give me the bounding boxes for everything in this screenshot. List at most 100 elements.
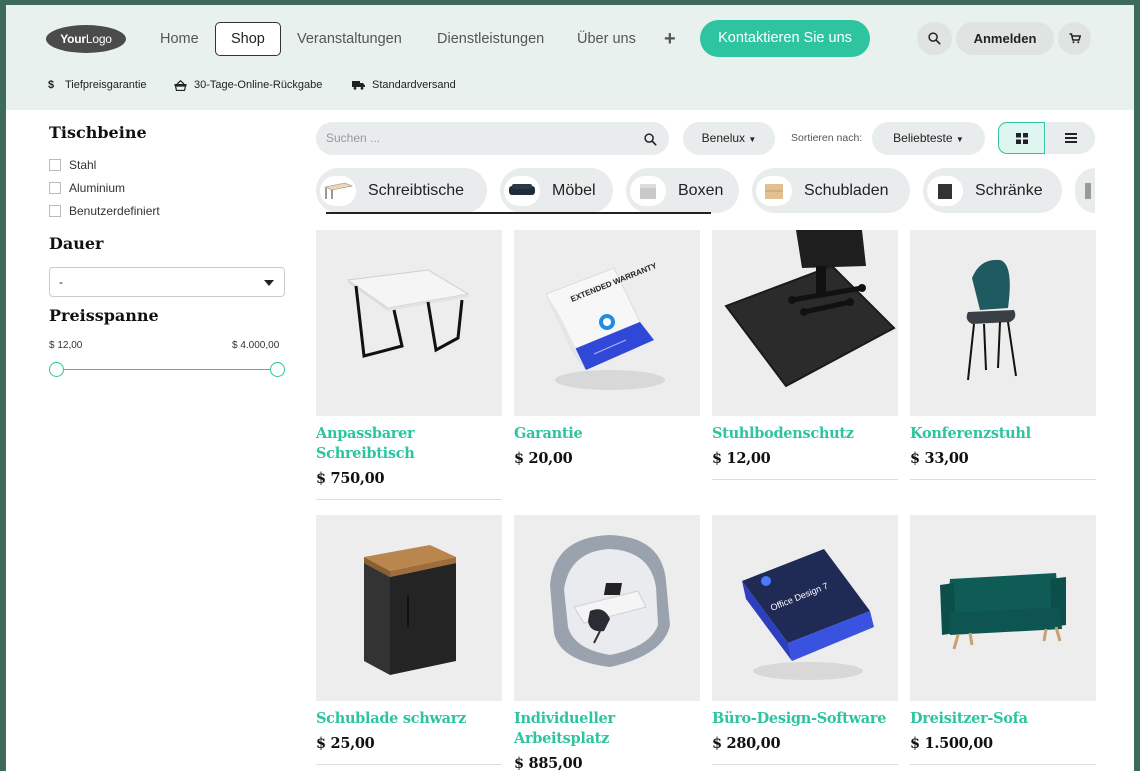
caret-down-icon xyxy=(264,280,274,286)
category-boxes[interactable]: Boxen xyxy=(626,168,739,213)
perk-shipping: Standardversand xyxy=(351,79,456,91)
software-box-image: Office Design 7 xyxy=(742,549,874,680)
product-card[interactable]: Office Design 7 Büro-Design-Software $ 2… xyxy=(712,515,898,765)
divider xyxy=(910,479,1096,480)
product-name[interactable]: Büro-Design-Software xyxy=(712,709,898,729)
product-name[interactable]: Garantie xyxy=(514,424,700,444)
basket-icon xyxy=(173,79,187,91)
workstation-pod-image xyxy=(550,535,670,667)
divider xyxy=(712,479,898,480)
category-furniture[interactable]: Möbel xyxy=(500,168,613,213)
product-image[interactable]: Office Design 7 xyxy=(712,515,898,701)
grid-icon xyxy=(1015,132,1028,144)
product-card[interactable]: Individueller Arbeitsplatz $ 885,00 xyxy=(514,515,700,771)
black-drawer-image xyxy=(364,545,456,675)
checkbox[interactable] xyxy=(49,205,61,217)
product-image[interactable] xyxy=(910,230,1096,416)
product-price: $ 20,00 xyxy=(514,450,573,467)
checkbox[interactable] xyxy=(49,159,61,171)
product-price: $ 12,00 xyxy=(712,450,771,467)
search-button[interactable] xyxy=(917,22,952,55)
price-slider-track[interactable] xyxy=(56,369,278,370)
product-image[interactable] xyxy=(316,515,502,701)
cabinet-thumbnail xyxy=(927,175,963,206)
divider xyxy=(712,764,898,765)
product-image[interactable] xyxy=(316,230,502,416)
product-name[interactable]: Dreisitzer-Sofa xyxy=(910,709,1096,729)
filter-steel[interactable]: Stahl xyxy=(49,157,96,173)
product-price: $ 885,00 xyxy=(514,755,583,771)
product-card[interactable]: Anpassbarer Schreibtisch $ 750,00 xyxy=(316,230,502,500)
product-name[interactable]: Individueller Arbeitsplatz xyxy=(514,709,700,749)
product-card[interactable]: Schublade schwarz $ 25,00 xyxy=(316,515,502,765)
product-image[interactable] xyxy=(910,515,1096,701)
price-filter-title: Preisspanne xyxy=(49,306,159,325)
nav-shop[interactable]: Shop xyxy=(215,22,281,56)
caret-down-icon: ▼ xyxy=(748,135,757,144)
list-icon xyxy=(1064,133,1077,143)
region-dropdown[interactable]: Benelux ▼ xyxy=(683,122,775,155)
divider xyxy=(316,499,502,500)
nav-events[interactable]: Veranstaltungen xyxy=(297,22,402,56)
drawer-thumbnail xyxy=(756,175,792,206)
contact-button[interactable]: Kontaktieren Sie uns xyxy=(700,20,870,57)
filter-custom[interactable]: Benutzerdefiniert xyxy=(49,203,160,219)
floor-mat-image xyxy=(724,230,896,388)
nav-about[interactable]: Über uns xyxy=(577,22,636,56)
product-card[interactable]: Stuhlbodenschutz $ 12,00 xyxy=(712,230,898,480)
price-slider-max-handle[interactable] xyxy=(270,362,285,377)
price-slider-min-handle[interactable] xyxy=(49,362,64,377)
product-price: $ 1.500,00 xyxy=(910,735,993,752)
product-card[interactable]: Dreisitzer-Sofa $ 1.500,00 xyxy=(910,515,1096,765)
caret-down-icon: ▼ xyxy=(955,135,964,144)
filter-aluminium[interactable]: Aluminium xyxy=(49,180,125,196)
product-name[interactable]: Anpassbarer Schreibtisch xyxy=(316,424,502,464)
product-name[interactable]: Schublade schwarz xyxy=(316,709,502,729)
page: Your Logo Home Shop Veranstaltungen Diens… xyxy=(6,5,1134,771)
product-card[interactable]: Konferenzstuhl $ 33,00 xyxy=(910,230,1096,480)
sofa-image xyxy=(940,573,1066,650)
category-more[interactable] xyxy=(1075,168,1095,213)
category-desks[interactable]: Schreibtische xyxy=(316,168,487,213)
duration-filter-title: Dauer xyxy=(49,234,104,253)
box-thumbnail xyxy=(630,175,666,206)
nav-home[interactable]: Home xyxy=(160,22,199,56)
category-cabinets[interactable]: Schränke xyxy=(923,168,1062,213)
divider xyxy=(316,764,502,765)
grid-view-button[interactable] xyxy=(998,122,1045,154)
product-name[interactable]: Konferenzstuhl xyxy=(910,424,1096,444)
product-price: $ 280,00 xyxy=(712,735,781,752)
cart-icon xyxy=(1069,33,1081,44)
product-image[interactable] xyxy=(712,230,898,416)
checkbox[interactable] xyxy=(49,182,61,194)
header: Your Logo Home Shop Veranstaltungen Diens… xyxy=(6,5,1134,110)
product-card[interactable]: EXTENDED WARRANTY Garantie $ 20,00 xyxy=(514,230,700,467)
logo[interactable]: Your Logo xyxy=(46,25,126,53)
warranty-box-image: EXTENDED WARRANTY xyxy=(545,261,665,390)
nav-services[interactable]: Dienstleistungen xyxy=(437,22,544,56)
sort-label: Sortieren nach: xyxy=(791,132,863,144)
category-drawers[interactable]: Schubladen xyxy=(752,168,910,213)
perk-price: $ Tiefpreisgarantie xyxy=(44,79,147,91)
conference-chair-image xyxy=(966,259,1017,381)
plus-icon[interactable]: + xyxy=(664,22,676,56)
product-image[interactable]: EXTENDED WARRANTY xyxy=(514,230,700,416)
cart-button[interactable] xyxy=(1058,22,1091,55)
sofa-thumbnail xyxy=(504,175,540,206)
product-price: $ 33,00 xyxy=(910,450,969,467)
list-view-button[interactable] xyxy=(1046,122,1095,154)
product-name[interactable]: Stuhlbodenschutz xyxy=(712,424,898,444)
price-max-label: $ 4.000,00 xyxy=(232,340,280,351)
sort-dropdown[interactable]: Beliebteste ▼ xyxy=(872,122,985,155)
dollar-icon: $ xyxy=(47,79,55,91)
login-button[interactable]: Anmelden xyxy=(956,22,1054,55)
legs-filter-title: Tischbeine xyxy=(49,123,147,142)
search-input[interactable]: Suchen ... xyxy=(316,122,669,155)
truck-icon xyxy=(351,80,365,90)
product-image[interactable] xyxy=(514,515,700,701)
desk-thumbnail xyxy=(320,175,356,206)
product-price: $ 750,00 xyxy=(316,470,385,487)
search-icon[interactable] xyxy=(644,122,657,155)
price-min-label: $ 12,00 xyxy=(49,340,83,351)
duration-select[interactable]: - xyxy=(49,267,285,297)
